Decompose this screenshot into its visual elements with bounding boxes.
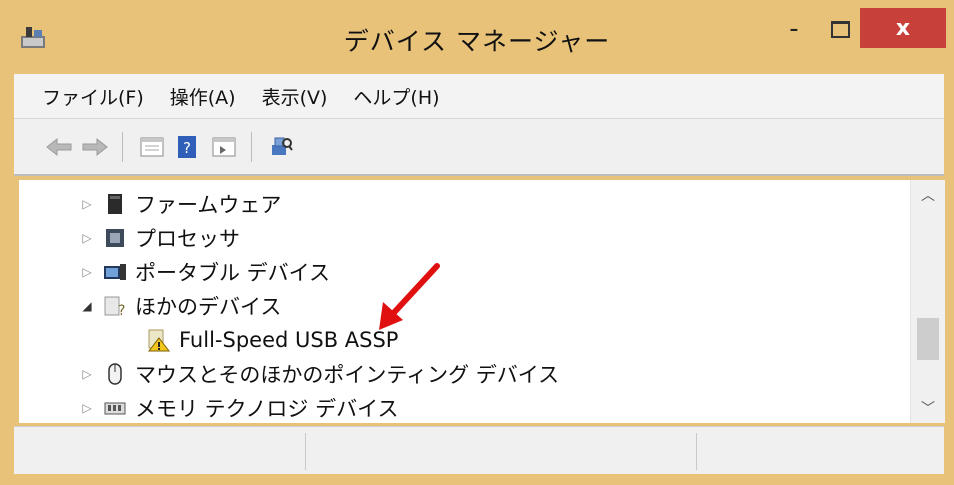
show-hidden-icon bbox=[212, 137, 236, 156]
tree-node-firmware[interactable]: ▷ ファームウェア bbox=[79, 186, 281, 222]
maximize-button[interactable] bbox=[820, 12, 860, 46]
minimize-button[interactable]: - bbox=[774, 12, 814, 46]
vertical-scrollbar[interactable]: ︿ ﹀ bbox=[910, 180, 945, 423]
tree-node-memory-technology[interactable]: ▷ メモリ テクノロジ デバイス bbox=[79, 390, 398, 423]
minimize-icon: - bbox=[789, 14, 799, 44]
tree-node-other-devices[interactable]: ◢ ? ほかのデバイス bbox=[79, 288, 281, 324]
svg-text:?: ? bbox=[118, 303, 125, 318]
firmware-icon bbox=[108, 194, 122, 214]
menu-view[interactable]: 表示(V) bbox=[262, 83, 328, 110]
status-panel bbox=[306, 433, 697, 470]
back-button[interactable] bbox=[44, 132, 74, 162]
close-button[interactable]: x bbox=[860, 8, 946, 48]
menu-help[interactable]: ヘルプ(H) bbox=[353, 83, 439, 110]
show-hidden-button[interactable] bbox=[209, 132, 239, 162]
processor-icon bbox=[106, 229, 124, 247]
tree-node-processor[interactable]: ▷ プロセッサ bbox=[79, 220, 240, 256]
tree-node-label: ポータブル デバイス bbox=[135, 261, 331, 285]
device-manager-window: デバイス マネージャー - x ファイル(F) 操作(A) 表示(V) ヘルプ(… bbox=[0, 0, 954, 485]
scan-hardware-icon bbox=[272, 137, 293, 155]
expand-icon[interactable]: ▷ bbox=[79, 366, 95, 382]
chevron-down-icon: ﹀ bbox=[921, 401, 935, 417]
properties-icon bbox=[140, 137, 164, 156]
warning-device-icon bbox=[147, 329, 171, 352]
help-button[interactable]: ? bbox=[173, 132, 203, 162]
tree-node-label: プロセッサ bbox=[135, 227, 240, 251]
status-panel bbox=[14, 433, 306, 470]
maximize-icon bbox=[830, 20, 850, 38]
menu-file[interactable]: ファイル(F) bbox=[42, 83, 144, 110]
help-icon: ? bbox=[178, 135, 196, 158]
collapse-icon[interactable]: ◢ bbox=[79, 298, 95, 314]
expand-icon[interactable]: ▷ bbox=[79, 400, 95, 416]
tree-node-label: マウスとそのほかのポインティング デバイス bbox=[135, 363, 560, 387]
title-bar[interactable]: デバイス マネージャー - x bbox=[0, 0, 954, 74]
scroll-down-button[interactable]: ﹀ bbox=[911, 393, 945, 423]
scrollbar-thumb[interactable] bbox=[917, 318, 939, 360]
svg-text:?: ? bbox=[183, 139, 191, 157]
scroll-up-button[interactable]: ︿ bbox=[911, 180, 945, 210]
portable-device-icon bbox=[104, 264, 126, 280]
tree-node-label: ファームウェア bbox=[135, 193, 282, 217]
chevron-up-icon: ︿ bbox=[921, 188, 935, 204]
expand-icon[interactable]: ▷ bbox=[79, 196, 95, 212]
scan-hardware-button[interactable] bbox=[266, 132, 296, 162]
tree-node-label: メモリ テクノロジ デバイス bbox=[135, 397, 399, 421]
tree-node-portable-devices[interactable]: ▷ ポータブル デバイス bbox=[79, 254, 330, 290]
mouse-icon bbox=[108, 363, 122, 385]
toolbar: ? bbox=[14, 119, 944, 176]
expand-icon[interactable]: ▷ bbox=[79, 230, 95, 246]
tree-node-label: ほかのデバイス bbox=[135, 295, 282, 319]
toolbar-separator bbox=[251, 131, 252, 162]
memory-icon bbox=[104, 402, 126, 415]
expand-icon[interactable]: ▷ bbox=[79, 264, 95, 280]
forward-button[interactable] bbox=[80, 132, 110, 162]
back-arrow-icon bbox=[46, 137, 72, 156]
properties-button[interactable] bbox=[137, 132, 167, 162]
menu-action[interactable]: 操作(A) bbox=[170, 83, 236, 110]
tree-node-mice[interactable]: ▷ マウスとそのほかのポインティング デバイス bbox=[79, 356, 559, 392]
forward-arrow-icon bbox=[82, 137, 108, 156]
device-tree: ▷ ファームウェア ▷ プロセッサ ▷ ポータブル デバイス ◢ ? ほかのデバ… bbox=[19, 180, 910, 423]
menu-bar: ファイル(F) 操作(A) 表示(V) ヘルプ(H) bbox=[14, 74, 944, 119]
unknown-device-icon: ? bbox=[104, 296, 125, 318]
close-icon: x bbox=[895, 15, 911, 41]
annotation-arrow bbox=[379, 263, 440, 330]
toolbar-separator bbox=[122, 131, 123, 162]
status-bar bbox=[14, 426, 944, 474]
status-panel bbox=[697, 433, 943, 470]
